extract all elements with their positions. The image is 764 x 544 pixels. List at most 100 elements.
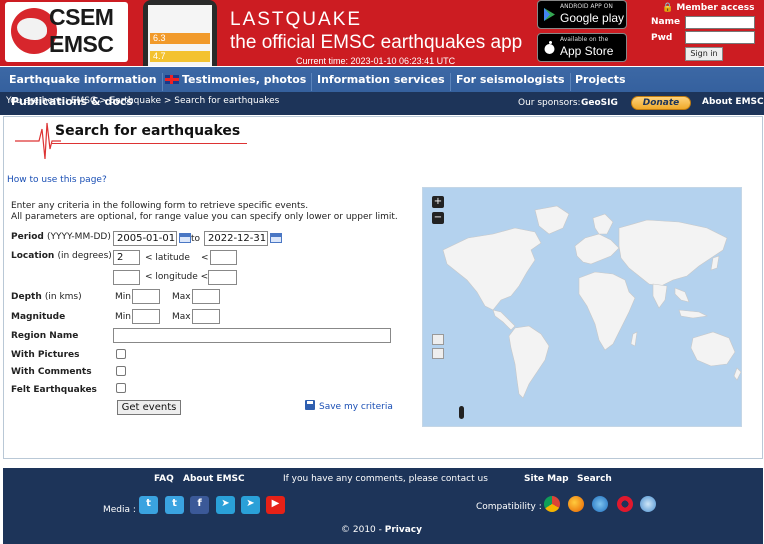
search-footer-link[interactable]: Search: [577, 474, 612, 484]
page-title: Search for earthquakes: [55, 123, 241, 139]
internet-explorer-icon: [592, 496, 608, 512]
contact-text[interactable]: If you have any comments, please contact…: [283, 474, 488, 484]
longitude-label: < longitude <: [145, 272, 209, 282]
current-time: Current time: 2023-01-10 06:23:41 UTC: [296, 56, 456, 66]
latitude-max-input[interactable]: [210, 250, 237, 265]
intro-text: Enter any criteria in the following form…: [11, 201, 309, 211]
nav-earthquake-information[interactable]: Earthquake information: [4, 73, 163, 91]
depth-hint: (in kms): [44, 292, 82, 302]
logo-line2: EMSC: [49, 31, 114, 57]
longitude-max-input[interactable]: [208, 270, 237, 285]
world-map[interactable]: + −: [422, 187, 742, 427]
nav-testimonies-label: Testimonies, photos: [182, 73, 307, 86]
phone-value: 6.3: [153, 33, 166, 43]
felt-earthquakes-checkbox[interactable]: [116, 383, 126, 393]
sign-in-button[interactable]: Sign in: [685, 47, 723, 61]
zoom-in-button[interactable]: +: [432, 196, 444, 208]
location-hint: (in degrees): [57, 251, 112, 261]
with-pictures-label: With Pictures: [11, 350, 80, 360]
facebook-icon[interactable]: f: [190, 496, 209, 514]
phone-screen: 6.3 4.7: [148, 5, 212, 66]
emsc-logo[interactable]: CSEM EMSC: [5, 2, 128, 62]
period-from-input[interactable]: 2005-01-01: [113, 231, 177, 246]
privacy-link[interactable]: Privacy: [385, 525, 422, 535]
google-play-button[interactable]: ANDROID APP ON Google play: [537, 0, 627, 29]
magnitude-min-label: Min: [115, 312, 131, 322]
how-to-link[interactable]: How to use this page?: [7, 175, 107, 185]
depth-max-input[interactable]: [192, 289, 220, 304]
period-to-input[interactable]: 2022-12-31: [204, 231, 268, 246]
depth-label: Depth (in kms): [11, 292, 82, 302]
opera-icon: [617, 496, 633, 512]
magnitude-min-input[interactable]: [132, 309, 160, 324]
app-store-button[interactable]: Available on the App Store: [537, 33, 627, 62]
region-name-input[interactable]: [113, 328, 391, 343]
magnitude-max-label: Max: [172, 312, 191, 322]
phone-app-image: 6.3 4.7: [143, 0, 217, 66]
latitude-min-input[interactable]: 2: [113, 250, 140, 265]
zoom-out-button[interactable]: −: [432, 212, 444, 224]
nav-information-services[interactable]: Information services: [312, 73, 451, 91]
app-store-small-text: Available on the: [560, 36, 609, 43]
about-emsc-footer-link[interactable]: About EMSC: [183, 474, 245, 484]
password-input[interactable]: [685, 31, 755, 44]
faq-link[interactable]: FAQ: [154, 474, 174, 484]
footer: FAQ About EMSC If you have any comments,…: [3, 468, 763, 544]
with-pictures-checkbox[interactable]: [116, 349, 126, 359]
member-access-label: Member access: [676, 3, 755, 13]
calendar-icon[interactable]: [270, 233, 282, 243]
safari-icon: [640, 496, 656, 512]
sponsor-link[interactable]: GeoSIG: [581, 98, 618, 108]
save-criteria-label: Save my criteria: [319, 402, 393, 412]
google-play-small-text: ANDROID APP ON: [560, 3, 613, 10]
depth-min-input[interactable]: [132, 289, 160, 304]
region-label: Region Name: [11, 331, 79, 341]
firefox-icon: [568, 496, 584, 512]
floppy-icon: [305, 400, 315, 410]
logo-line1: CSEM: [49, 4, 114, 30]
with-comments-label: With Comments: [11, 367, 92, 377]
phone-value: 4.7: [153, 51, 166, 61]
member-access: 🔒 Member access: [662, 3, 754, 13]
map-marker-icon[interactable]: [459, 406, 464, 419]
about-emsc-link[interactable]: About EMSC: [702, 97, 764, 107]
chrome-icon: [544, 496, 560, 512]
telegram-icon[interactable]: ➤: [216, 496, 235, 514]
depth-max-label: Max: [172, 292, 191, 302]
breadcrumb[interactable]: You are here : EMSC > Earthquake > Searc…: [6, 96, 279, 106]
name-label: Name: [651, 17, 681, 27]
nav-for-seismologists[interactable]: For seismologists: [451, 73, 571, 91]
app-store-label: App Store: [560, 44, 614, 58]
youtube-icon[interactable]: ▶: [266, 496, 285, 514]
name-input[interactable]: [685, 16, 755, 29]
get-events-button[interactable]: Get events: [117, 400, 181, 415]
sponsors-label: Our sponsors:: [518, 98, 581, 108]
layer-toggle-icon[interactable]: [432, 348, 444, 359]
lock-icon: 🔒: [662, 3, 674, 13]
period-label: Period (YYYY-MM-DD): [11, 232, 111, 242]
media-label: Media :: [103, 505, 136, 515]
sitemap-link[interactable]: Site Map: [524, 474, 569, 484]
header-banner: CSEM EMSC 6.3 4.7 LASTQUAKE the official…: [0, 0, 764, 66]
with-comments-checkbox[interactable]: [116, 366, 126, 376]
period-to-label: to: [191, 234, 201, 244]
depth-min-label: Min: [115, 292, 131, 302]
longitude-min-input[interactable]: [113, 270, 140, 285]
twitter-icon[interactable]: t: [139, 496, 158, 514]
telegram-icon[interactable]: ➤: [241, 496, 260, 514]
magnitude-max-input[interactable]: [192, 309, 220, 324]
brand-subtitle: the official EMSC earthquakes app: [230, 32, 523, 53]
donate-button[interactable]: Donate: [631, 96, 691, 110]
twitter-icon[interactable]: t: [165, 496, 184, 514]
layer-toggle-icon[interactable]: [432, 334, 444, 345]
title-underline: [52, 143, 247, 144]
calendar-icon[interactable]: [179, 233, 191, 243]
intro-text: All parameters are optional, for range v…: [11, 212, 398, 222]
save-criteria-link[interactable]: Save my criteria: [305, 400, 393, 412]
nav-projects[interactable]: Projects: [570, 73, 631, 91]
felt-earthquakes-label: Felt Earthquakes: [11, 385, 97, 395]
nav-testimonies[interactable]: Testimonies, photos: [160, 73, 313, 91]
brand-title: LASTQUAKE: [230, 9, 363, 30]
copyright: © 2010 - Privacy: [341, 525, 423, 535]
location-label: Location (in degrees): [11, 251, 112, 261]
